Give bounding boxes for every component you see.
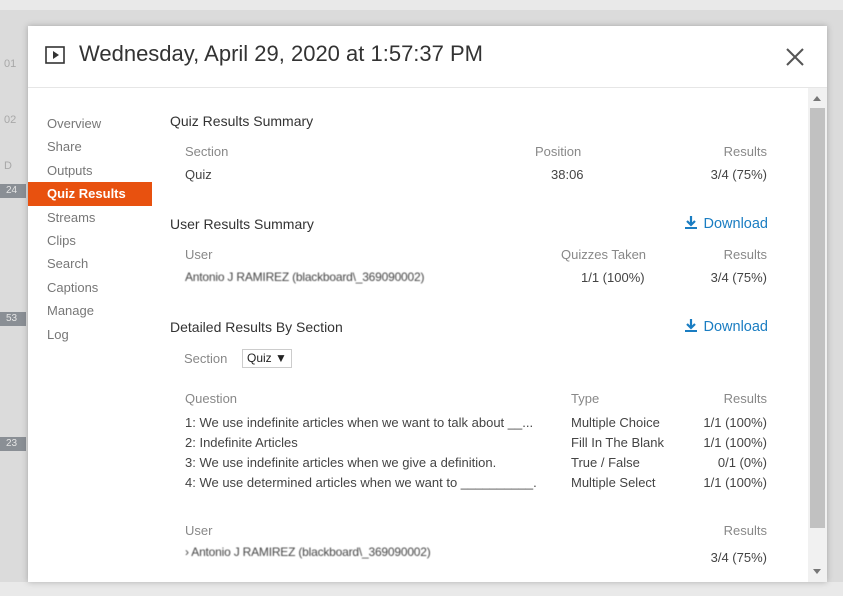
column-header-results: Results (723, 247, 767, 262)
sidebar-item-search[interactable]: Search (28, 252, 152, 275)
download-icon (684, 319, 697, 332)
expand-user-row[interactable]: › Antonio J RAMIREZ (blackboard\_3690900… (185, 545, 431, 559)
question-type: Fill In The Blank (571, 435, 664, 450)
column-header-user: User (185, 523, 213, 538)
sidebar-item-overview[interactable]: Overview (28, 112, 152, 135)
sidebar-item-log[interactable]: Log (28, 323, 152, 346)
question-results: 1/1 (100%) (703, 475, 767, 490)
modal-title: Wednesday, April 29, 2020 at 1:57:37 PM (79, 41, 484, 66)
question-text: 2: Indefinite Articles (185, 435, 298, 450)
user-results-value: 3/4 (75%) (710, 550, 767, 565)
user-summary-heading: User Results Summary (170, 216, 314, 232)
sidebar-item-outputs[interactable]: Outputs (28, 159, 152, 182)
detailed-results-heading: Detailed Results By Section (170, 319, 343, 335)
question-type: Multiple Choice (571, 415, 660, 430)
question-text: 4: We use determined articles when we wa… (185, 475, 537, 490)
sidebar-item-manage[interactable]: Manage (28, 299, 152, 322)
column-header-results: Results (723, 391, 767, 406)
quizzes-taken-value: 1/1 (100%) (581, 270, 645, 285)
column-header-quizzes-taken: Quizzes Taken (561, 247, 647, 262)
user-summary-download-link[interactable]: Download (684, 215, 769, 232)
scroll-up-arrow-icon[interactable] (813, 96, 821, 101)
quiz-position: 38:06 (551, 167, 584, 182)
question-type: True / False (571, 455, 640, 470)
column-header-results: Results (723, 144, 767, 159)
scrollbar[interactable] (808, 88, 827, 582)
question-results: 0/1 (0%) (717, 455, 767, 470)
sidebar-item-captions[interactable]: Captions (28, 276, 152, 299)
column-header-user: User (185, 247, 213, 262)
column-header-results: Results (723, 523, 767, 538)
question-text: 3: We use indefinite articles when we gi… (185, 455, 497, 470)
scrollbar-thumb[interactable] (810, 108, 825, 528)
sidebar-item-clips[interactable]: Clips (28, 229, 152, 252)
download-label: Download (703, 216, 769, 232)
quiz-results-panel: Quiz Results Summary Section Position Re… (170, 88, 800, 582)
modal-header: Wednesday, April 29, 2020 at 1:57:37 PM (28, 26, 827, 88)
column-header-question: Question (185, 391, 238, 406)
column-header-position: Position (535, 144, 582, 159)
column-header-type: Type (571, 391, 600, 406)
question-text: 1: We use indefinite articles when we wa… (185, 415, 534, 430)
section-filter-label: Section (184, 351, 228, 366)
scroll-down-arrow-icon[interactable] (813, 569, 821, 574)
column-header-section: Section (185, 144, 229, 159)
sidebar-item-quiz-results[interactable]: Quiz Results (28, 182, 152, 206)
section-select[interactable]: Quiz ▼ (242, 349, 292, 368)
sidebar-nav: Overview Share Outputs Quiz Results Stre… (28, 112, 152, 346)
sidebar-item-share[interactable]: Share (28, 135, 152, 158)
play-icon (45, 46, 65, 64)
question-type: Multiple Select (571, 475, 656, 490)
question-results: 1/1 (100%) (703, 435, 767, 450)
session-details-modal: Wednesday, April 29, 2020 at 1:57:37 PM … (28, 26, 827, 582)
quiz-summary-heading: Quiz Results Summary (170, 113, 314, 129)
download-label: Download (703, 319, 769, 335)
download-icon (684, 216, 697, 229)
detailed-download-link[interactable]: Download (684, 318, 769, 335)
quiz-section-name: Quiz (185, 167, 212, 182)
sidebar-item-streams[interactable]: Streams (28, 206, 152, 229)
quiz-results-value: 3/4 (75%) (710, 167, 767, 182)
close-icon[interactable] (782, 44, 808, 70)
user-name: Antonio J RAMIREZ (blackboard\_369090002… (185, 270, 425, 284)
question-results: 1/1 (100%) (703, 415, 767, 430)
user-results-value: 3/4 (75%) (710, 270, 767, 285)
